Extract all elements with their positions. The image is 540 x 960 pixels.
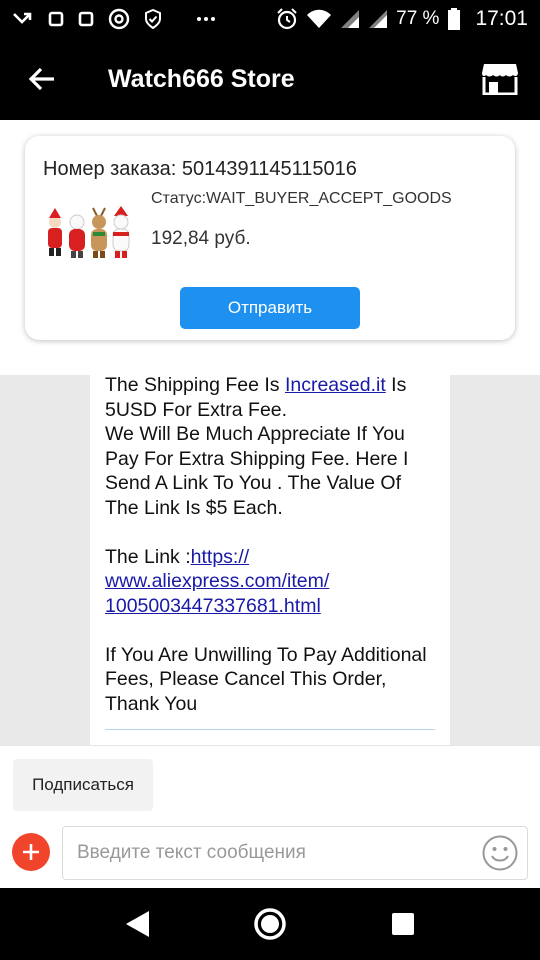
message-paragraph-2: We Will Be Much Appreciate If You Pay Fo…: [105, 423, 409, 519]
signal-icon: [368, 9, 388, 29]
back-button[interactable]: [0, 38, 84, 120]
more-dots-icon: [196, 16, 216, 22]
message-text: The Link :: [105, 545, 191, 568]
wifi-icon: [306, 9, 332, 29]
store-icon: [482, 64, 518, 95]
store-title: Watch666 Store: [108, 64, 295, 93]
square-recents-icon: [392, 913, 415, 935]
signal-icon: [340, 9, 360, 29]
app-bar: Watch666 Store: [0, 38, 540, 120]
stop-icon: [48, 11, 64, 27]
message-paragraph-link: The Link :https:// www.aliexpress.com/it…: [105, 545, 435, 619]
message-bubble: The Shipping Fee Is Increased.it Is 5USD…: [90, 375, 450, 745]
message-spacer: [105, 520, 435, 545]
message-spacer: [105, 618, 435, 643]
message-link-increased[interactable]: Increased.it: [285, 375, 386, 396]
message-divider: [105, 729, 435, 730]
arrow-back-icon: [28, 67, 54, 91]
system-nav-bar: [0, 888, 540, 960]
order-card[interactable]: Номер заказа: 5014391145115016 Статус:WA…: [25, 136, 515, 340]
battery-percent: 77 %: [396, 8, 440, 29]
order-area: Номер заказа: 5014391145115016 Статус:WA…: [0, 120, 540, 375]
at-sign-icon: [108, 8, 130, 30]
send-order-button[interactable]: Отправить: [180, 287, 360, 329]
message-paragraph-1: The Shipping Fee Is Increased.it Is 5USD…: [105, 375, 435, 422]
order-price: 192,84 руб.: [151, 228, 251, 249]
chat-area[interactable]: The Shipping Fee Is Increased.it Is 5USD…: [0, 375, 540, 745]
clock: 17:01: [475, 7, 528, 30]
circle-home-icon: [254, 908, 286, 940]
add-attachment-button[interactable]: [12, 833, 50, 871]
message-input-box: [62, 826, 528, 880]
subscribe-button[interactable]: Подписаться: [13, 759, 153, 811]
alarm-icon: [276, 8, 298, 30]
store-button[interactable]: [460, 38, 540, 120]
shield-check-icon: [144, 9, 162, 29]
order-number: Номер заказа: 5014391145115016: [43, 158, 357, 180]
battery-icon: [447, 8, 461, 30]
nav-home-button[interactable]: [245, 899, 295, 949]
message-paragraph-3: If You Are Unwilling To Pay Additional F…: [105, 643, 427, 715]
triangle-back-icon: [125, 911, 149, 937]
emoji-button[interactable]: [481, 834, 519, 872]
plus-icon: [23, 844, 39, 860]
smiley-icon: [482, 835, 518, 871]
nav-back-button[interactable]: [112, 899, 162, 949]
product-thumbnail[interactable]: [41, 198, 137, 278]
nav-recents-button[interactable]: [378, 899, 428, 949]
status-bar: 77 % 17:01: [0, 0, 540, 38]
stop-icon: [78, 11, 94, 27]
order-status: Статус:WAIT_BUYER_ACCEPT_GOODS: [151, 190, 452, 207]
missed-call-icon: [12, 10, 34, 28]
message-input[interactable]: [77, 827, 467, 879]
message-text: The Shipping Fee Is: [105, 375, 285, 396]
bottom-panel: Подписаться: [0, 745, 540, 888]
